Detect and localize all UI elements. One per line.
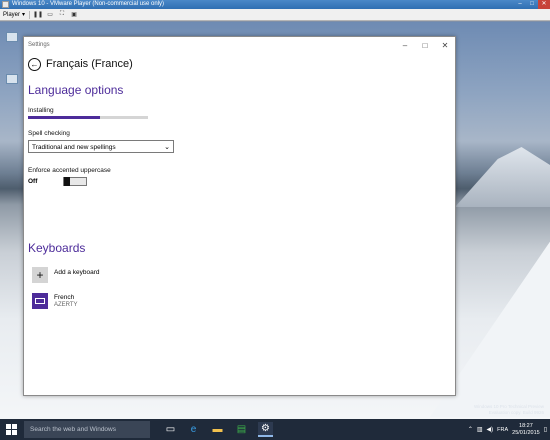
settings-window-title: Settings (28, 42, 50, 48)
player-menu[interactable]: Player ▾ (3, 11, 26, 19)
vmware-title: Windows 10 - VMware Player (Non-commerci… (12, 1, 165, 7)
keyboard-layout: AZERTY (54, 302, 78, 308)
send-ctrl-alt-del-icon[interactable]: ▭ (46, 11, 54, 19)
player-menu-label: Player (3, 11, 21, 18)
add-keyboard-label: Add a keyboard (54, 269, 100, 276)
settings-titlebar: Settings – □ ✕ (24, 37, 455, 55)
unity-icon[interactable]: ▣ (70, 11, 78, 19)
recycle-bin-icon (6, 32, 18, 42)
vmware-toolbar: Player ▾ ❚❚ ▭ ⛶ ▣ (0, 9, 550, 21)
enforce-accented-uppercase-toggle[interactable] (63, 177, 87, 186)
clock-date: 25/01/2015 (512, 429, 540, 436)
enforce-accented-uppercase-label: Enforce accented uppercase (28, 167, 111, 174)
installing-label: Installing (28, 107, 54, 114)
maximize-button[interactable]: □ (415, 37, 435, 55)
plus-icon: + (32, 267, 48, 283)
task-view-icon[interactable]: ▭ (163, 422, 178, 437)
internet-explorer-icon[interactable]: e (186, 422, 201, 437)
keyboard-icon (32, 293, 48, 309)
toggle-state-label: Off (28, 178, 38, 185)
fullscreen-icon[interactable]: ⛶ (58, 11, 66, 19)
installing-progress-bar (28, 116, 148, 119)
vmware-window-controls: – □ ✕ (514, 0, 550, 9)
build-watermark: Windows 10 Pro Technical Preview Evaluat… (474, 404, 544, 415)
chevron-down-icon: ⌄ (164, 144, 170, 151)
keyboards-heading: Keyboards (28, 241, 86, 255)
back-button[interactable]: ← (28, 58, 41, 71)
vmware-logo-icon (2, 1, 9, 8)
file-explorer-icon[interactable]: ▬ (210, 422, 225, 437)
system-tray: ⌃ ▥ ◀) FRA 18:27 25/01/2015 ▯ (468, 419, 550, 440)
clock[interactable]: 18:27 25/01/2015 (512, 423, 540, 436)
back-arrow-icon: ← (30, 59, 39, 69)
taskbar: Search the web and Windows ▭ e ▬ ▤ ⚙ ⌃ ▥… (0, 419, 550, 440)
windows-logo-icon (5, 424, 17, 435)
installing-progress-fill (28, 116, 100, 119)
settings-window-controls: – □ ✕ (395, 37, 455, 55)
desktop-icon-windows[interactable] (2, 74, 22, 85)
action-center-icon[interactable]: ▯ (544, 426, 547, 433)
watermark-line: Windows 10 Pro Technical Preview (474, 404, 544, 409)
vmware-minimize-button[interactable]: – (514, 0, 526, 9)
toggle-thumb (64, 177, 70, 186)
page-header: ← Français (France) (24, 55, 455, 75)
settings-window: Settings – □ ✕ ← Français (France) Langu… (23, 36, 456, 396)
close-button[interactable]: ✕ (435, 37, 455, 55)
spell-checking-dropdown[interactable]: Traditional and new spellings ⌄ (28, 140, 174, 153)
background-mountain (455, 147, 550, 207)
keyboard-item-french[interactable]: French AZERTY (32, 293, 232, 311)
volume-icon[interactable]: ◀) (487, 426, 494, 433)
toolbar-divider (29, 10, 31, 19)
watermark-line: Evaluation copy. Build 9926 (488, 409, 544, 415)
desktop-icon-recycle-bin[interactable] (2, 32, 22, 43)
language-options-heading: Language options (28, 83, 124, 97)
vmware-titlebar: Windows 10 - VMware Player (Non-commerci… (0, 0, 550, 9)
start-button[interactable] (0, 419, 22, 440)
spell-checking-value: Traditional and new spellings (32, 144, 116, 151)
keyboard-name: French (54, 294, 75, 301)
add-keyboard-button[interactable]: + Add a keyboard (32, 267, 232, 285)
enforce-accented-uppercase-row: Off (28, 177, 148, 187)
settings-app-icon[interactable]: ⚙ (258, 422, 273, 437)
network-icon[interactable]: ▥ (477, 426, 483, 433)
store-icon[interactable]: ▤ (234, 422, 249, 437)
chevron-down-icon: ▾ (22, 12, 26, 18)
notification-chevron-icon[interactable]: ⌃ (468, 426, 473, 433)
vmware-close-button[interactable]: ✕ (538, 0, 550, 9)
pause-icon[interactable]: ❚❚ (33, 11, 43, 19)
taskbar-search-input[interactable]: Search the web and Windows (24, 421, 150, 438)
vmware-maximize-button[interactable]: □ (526, 0, 538, 9)
minimize-button[interactable]: – (395, 37, 415, 55)
folder-icon (6, 74, 18, 84)
spell-checking-label: Spell checking (28, 130, 70, 137)
page-title: Français (France) (46, 58, 133, 70)
input-language-indicator[interactable]: FRA (497, 427, 508, 433)
